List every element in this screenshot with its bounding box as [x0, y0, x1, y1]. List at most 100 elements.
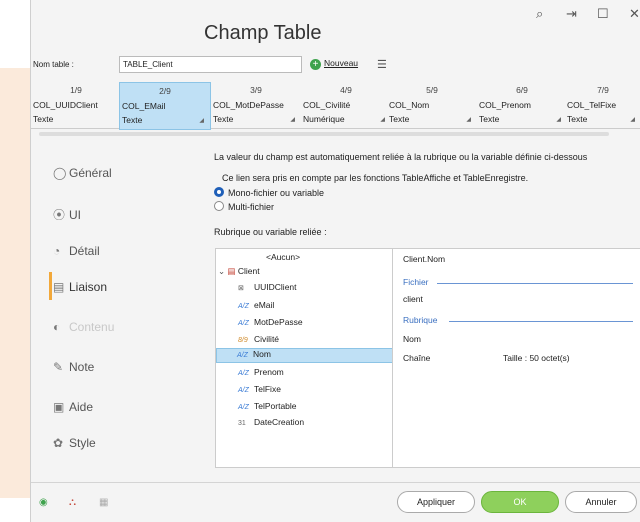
tree-item-nom[interactable]: A/Z Nom	[216, 348, 414, 363]
nav-item-aide[interactable]: ▣ Aide	[53, 400, 93, 414]
radio-unselected-icon	[214, 201, 224, 211]
chart-icon[interactable]: ⛬	[69, 497, 76, 508]
text-field-icon: A/Z	[238, 303, 249, 310]
columns-strip: 1/9 COL_UUIDClient Texte 2/9 COL_EMail T…	[31, 82, 640, 130]
tree-item-label: UUIDClient	[254, 282, 297, 292]
column-tab-2[interactable]: 2/9 COL_EMail Texte ◢	[119, 82, 211, 130]
help-circle-icon[interactable]: ◉	[39, 497, 48, 508]
close-icon[interactable]: ✕	[629, 6, 640, 22]
column-tab-6[interactable]: 6/9 COL_Prenom Texte ◢	[477, 82, 567, 128]
column-tab-5[interactable]: 5/9 COL_Nom Texte ◢	[387, 82, 477, 128]
column-type: Texte	[122, 115, 143, 125]
nav-item-liaison[interactable]: ▤ Liaison	[53, 280, 107, 294]
nav-item-general[interactable]: ◯ Général	[53, 166, 112, 180]
section-fichier: Fichier	[403, 277, 429, 287]
corner-arrow-icon: ◢	[290, 117, 295, 123]
active-nav-indicator	[49, 272, 52, 300]
menu-icon[interactable]: ☰	[377, 58, 387, 71]
rubrique-type: Chaîne	[403, 353, 431, 363]
table-name-row: Nom table : TABLE_Client + Nouveau ☰	[31, 52, 640, 76]
radio-selected-icon	[214, 187, 224, 197]
tree-item-uuidclient[interactable]: ⊠ UUIDClient	[238, 282, 297, 292]
grid-icon[interactable]: ▦	[99, 497, 108, 508]
corner-arrow-icon: ◢	[380, 117, 385, 123]
table-name-input[interactable]: TABLE_Client	[119, 56, 302, 73]
tree-item-motdepasse[interactable]: A/Z MotDePasse	[238, 317, 303, 327]
new-button[interactable]: + Nouveau	[310, 56, 358, 71]
tree-item-none[interactable]: <Aucun>	[266, 252, 300, 262]
champ-table-dialog: Champ Table ⌕ ⇥ ☐ ✕ Nom table : TABLE_Cl…	[30, 0, 640, 522]
section-divider	[437, 283, 633, 284]
ok-button[interactable]: OK	[481, 491, 559, 513]
nav-label: UI	[69, 208, 81, 222]
text-field-icon: A/Z	[238, 320, 249, 327]
column-name: COL_Civilité	[303, 100, 351, 110]
nav-label: Général	[69, 166, 112, 180]
tree-item-email[interactable]: A/Z eMail	[238, 300, 274, 310]
text-field-icon: A/Z	[238, 387, 249, 394]
column-tab-4[interactable]: 4/9 COL_Civilité Numérique ◢	[301, 82, 391, 128]
tree-item-prenom[interactable]: A/Z Prenom	[238, 367, 284, 377]
nav-label: Détail	[69, 244, 100, 258]
tree-file-label: Client	[237, 266, 260, 276]
column-index: 6/9	[516, 85, 528, 95]
column-type: Texte	[567, 114, 588, 124]
column-index: 4/9	[340, 85, 352, 95]
column-name: COL_UUIDClient	[33, 100, 98, 110]
info-text-1: La valeur du champ est automatiquement r…	[214, 152, 588, 162]
column-tab-7[interactable]: 7/9 COL_TelFixe Texte ◢	[565, 82, 640, 128]
nav-item-note[interactable]: ✎ Note	[53, 360, 94, 374]
help-icon: ▣	[53, 400, 65, 414]
column-index: 3/9	[250, 85, 262, 95]
radio-multi-label: Multi-fichier	[228, 202, 275, 212]
rubrique-value: Nom	[403, 334, 421, 344]
tree-item-label: TelFixe	[254, 384, 281, 394]
nav-item-style[interactable]: ✿ Style	[53, 436, 96, 450]
new-button-label: Nouveau	[324, 58, 359, 68]
tree-item-label: eMail	[254, 300, 275, 310]
table-name-label: Nom table :	[33, 60, 74, 69]
calendar-icon: 31	[238, 420, 246, 427]
tree-item-client[interactable]: ⌄ ▤ Client	[218, 266, 260, 277]
binding-path: Client.Nom	[403, 254, 446, 264]
nav-item-detail[interactable]: ◔ Détail	[53, 244, 100, 258]
pin-icon[interactable]: ⇥	[566, 6, 577, 22]
column-name: COL_Nom	[389, 100, 430, 110]
maximize-icon[interactable]: ☐	[597, 6, 609, 22]
column-type: Texte	[213, 114, 234, 124]
radio-mono[interactable]: Mono-fichier ou variable	[214, 187, 324, 198]
corner-arrow-icon: ◢	[630, 117, 635, 123]
column-index: 1/9	[70, 85, 82, 95]
tree-item-telfixe[interactable]: A/Z TelFixe	[238, 384, 281, 394]
column-tab-1[interactable]: 1/9 COL_UUIDClient Texte	[31, 82, 121, 128]
column-tab-3[interactable]: 3/9 COL_MotDePasse Texte ◢	[211, 82, 301, 128]
columns-scrollbar[interactable]	[39, 132, 609, 136]
apply-button[interactable]: Appliquer	[397, 491, 475, 513]
section-rubrique: Rubrique	[403, 315, 438, 325]
uuid-icon: ⊠	[238, 285, 244, 292]
text-field-icon: A/Z	[238, 370, 249, 377]
eye-icon: ⦿	[53, 208, 66, 222]
clock-icon: ◔	[53, 244, 61, 258]
radio-multi[interactable]: Multi-fichier	[214, 201, 274, 212]
column-type: Texte	[33, 114, 54, 124]
table-icon: ▤	[227, 266, 238, 276]
field-tree: <Aucun> ⌄ ▤ Client ⊠ UUIDClient A/Z eMail …	[215, 248, 419, 468]
column-index: 5/9	[426, 85, 438, 95]
column-name: COL_MotDePasse	[213, 100, 284, 110]
column-type: Texte	[389, 114, 410, 124]
column-index: 2/9	[159, 86, 171, 96]
corner-arrow-icon: ◢	[466, 117, 471, 123]
tree-item-label: TelPortable	[254, 401, 297, 411]
tree-item-civilite[interactable]: 8/9 Civilité	[238, 334, 279, 344]
plus-icon: +	[310, 59, 321, 70]
cancel-button[interactable]: Annuler	[565, 491, 637, 513]
nav-item-ui[interactable]: ⦿ UI	[53, 206, 81, 223]
tree-item-label: DateCreation	[254, 417, 305, 427]
search-icon[interactable]: ⌕	[536, 6, 543, 22]
tree-item-datecreation[interactable]: 31 DateCreation	[238, 417, 304, 427]
column-name: COL_EMail	[122, 101, 166, 111]
column-type: Numérique	[303, 114, 345, 124]
tree-item-telportable[interactable]: A/Z TelPortable	[238, 401, 297, 411]
nav-item-contenu: ◐ Contenu	[53, 320, 114, 334]
